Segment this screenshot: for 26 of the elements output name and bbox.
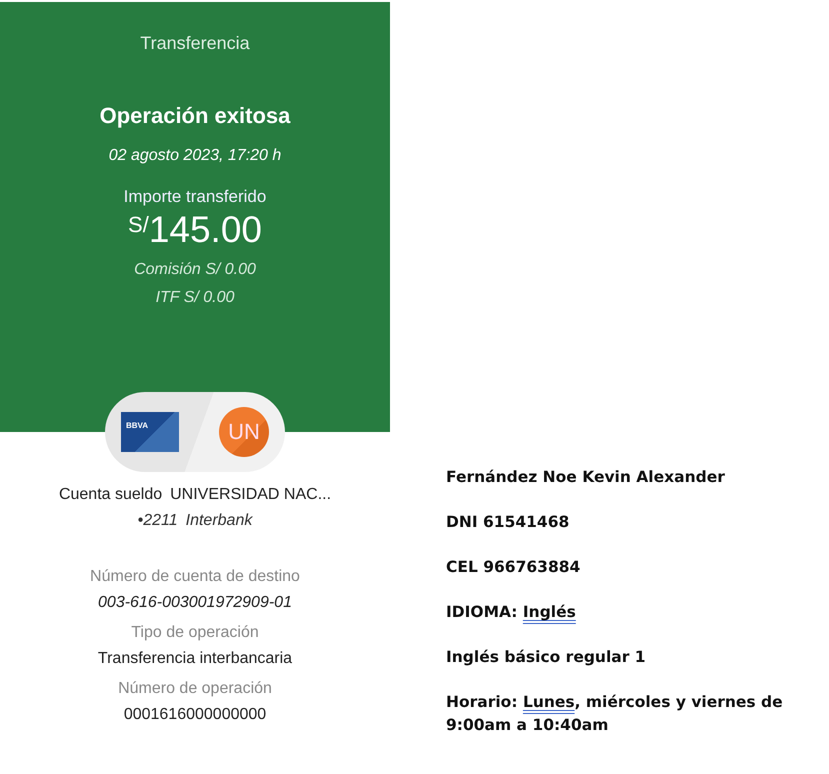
detail-label: Número de cuenta de destino <box>90 568 300 586</box>
detail-label: Tipo de operación <box>131 624 259 642</box>
detail-label: Número de operación <box>118 680 272 698</box>
detail-value: Transferencia interbancaria <box>98 650 292 668</box>
detail-value: 003-616-003001972909-01 <box>98 594 292 612</box>
note-paragraph: IDIOMA: Inglés <box>446 602 577 623</box>
detail-value: 0001616000000000 <box>124 706 266 724</box>
note-paragraph: Fernández Noe Kevin Alexander <box>446 467 726 488</box>
currency-symbol: S/ <box>128 212 149 238</box>
card-logo: BBVA <box>126 421 148 430</box>
bank-name: Interbank <box>186 512 252 530</box>
status-title: Operación exitosa <box>100 103 290 129</box>
account-name: UNIVERSIDAD NAC... <box>170 486 332 504</box>
note-paragraph: DNI 61541468 <box>446 512 570 533</box>
avatar: UN <box>219 407 269 457</box>
note-paragraph: CEL 966763884 <box>446 557 582 578</box>
amount-label: Importe transferido <box>124 187 266 207</box>
screen-title: Transferencia <box>140 33 250 54</box>
note-paragraph: Horario: Lunes, miércoles y viernes de 9:00am a 10:40am <box>446 692 784 736</box>
amount-value: 145.00 <box>148 209 262 251</box>
account-type: Cuenta sueldo <box>58 486 162 504</box>
note-paragraph: Inglés básico regular 1 <box>446 647 647 668</box>
fee-text: ITF S/ 0.00 <box>156 289 234 307</box>
account-number: •2211 <box>138 512 178 530</box>
fee-text: Comisión S/ 0.00 <box>134 261 256 279</box>
date-time: 02 agosto 2023, 17:20 h <box>108 147 282 165</box>
